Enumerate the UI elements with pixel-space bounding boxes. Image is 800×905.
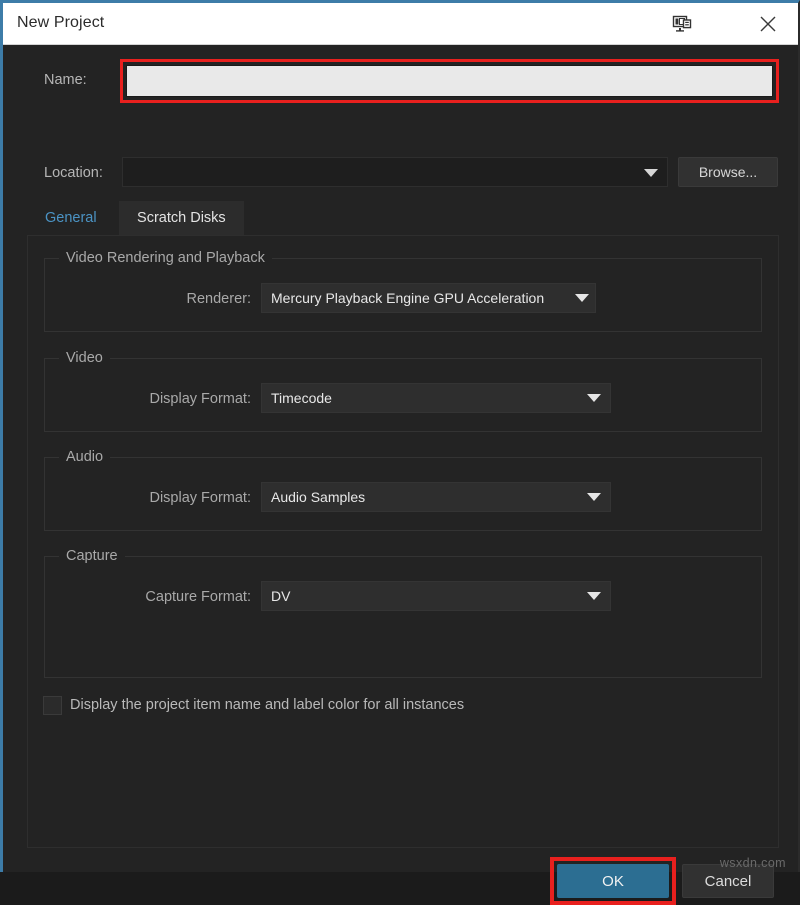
browse-button[interactable]: Browse...: [678, 157, 778, 187]
group-title-audio: Audio: [59, 448, 110, 466]
capture-format-value: DV: [271, 588, 290, 604]
location-row: Location: Browse...: [3, 157, 798, 189]
video-display-format-value: Timecode: [271, 390, 332, 406]
group-video: Video Display Format: Timecode: [44, 358, 762, 432]
close-icon[interactable]: [752, 9, 784, 39]
renderer-dropdown[interactable]: Mercury Playback Engine GPU Acceleration: [261, 283, 596, 313]
chevron-down-icon: [587, 394, 601, 402]
tab-panel-general: Video Rendering and Playback Renderer: M…: [27, 235, 779, 848]
monitor-icon: [671, 13, 693, 35]
new-project-dialog: New Project Name:: [0, 0, 800, 872]
tab-strip: General Scratch Disks: [27, 201, 244, 235]
display-project-item-name-checkbox[interactable]: [43, 696, 62, 715]
name-row: Name:: [3, 61, 798, 101]
group-video-rendering: Video Rendering and Playback Renderer: M…: [44, 258, 762, 332]
chevron-down-icon: [587, 592, 601, 600]
video-display-format-label: Display Format:: [101, 391, 251, 407]
group-audio: Audio Display Format: Audio Samples: [44, 457, 762, 531]
page-title: New Project: [17, 14, 104, 32]
location-label: Location:: [44, 165, 103, 181]
chevron-down-icon: [575, 294, 589, 302]
tab-general[interactable]: General: [27, 201, 115, 235]
renderer-value: Mercury Playback Engine GPU Acceleration: [271, 290, 544, 306]
video-display-format-dropdown[interactable]: Timecode: [261, 383, 611, 413]
audio-display-format-value: Audio Samples: [271, 489, 365, 505]
group-title-video-rendering: Video Rendering and Playback: [59, 249, 272, 267]
chevron-down-icon: [644, 169, 658, 177]
group-title-video: Video: [59, 349, 110, 367]
location-dropdown[interactable]: [122, 157, 668, 187]
audio-display-format-label: Display Format:: [101, 490, 251, 506]
chevron-down-icon: [587, 493, 601, 501]
capture-format-dropdown[interactable]: DV: [261, 581, 611, 611]
group-title-capture: Capture: [59, 547, 125, 565]
title-bar: New Project: [3, 3, 798, 45]
group-capture: Capture Capture Format: DV: [44, 556, 762, 678]
audio-display-format-dropdown[interactable]: Audio Samples: [261, 482, 611, 512]
name-label: Name:: [44, 72, 87, 88]
capture-format-label: Capture Format:: [101, 589, 251, 605]
watermark: wsxdn.com: [720, 856, 786, 870]
ok-button[interactable]: OK: [557, 864, 669, 898]
dialog-body: Name: Location: Browse... General Scratc…: [3, 45, 798, 872]
tab-scratch-disks[interactable]: Scratch Disks: [119, 201, 244, 235]
name-input[interactable]: [126, 65, 773, 97]
display-project-item-name-label: Display the project item name and label …: [70, 697, 464, 713]
renderer-label: Renderer:: [121, 291, 251, 307]
